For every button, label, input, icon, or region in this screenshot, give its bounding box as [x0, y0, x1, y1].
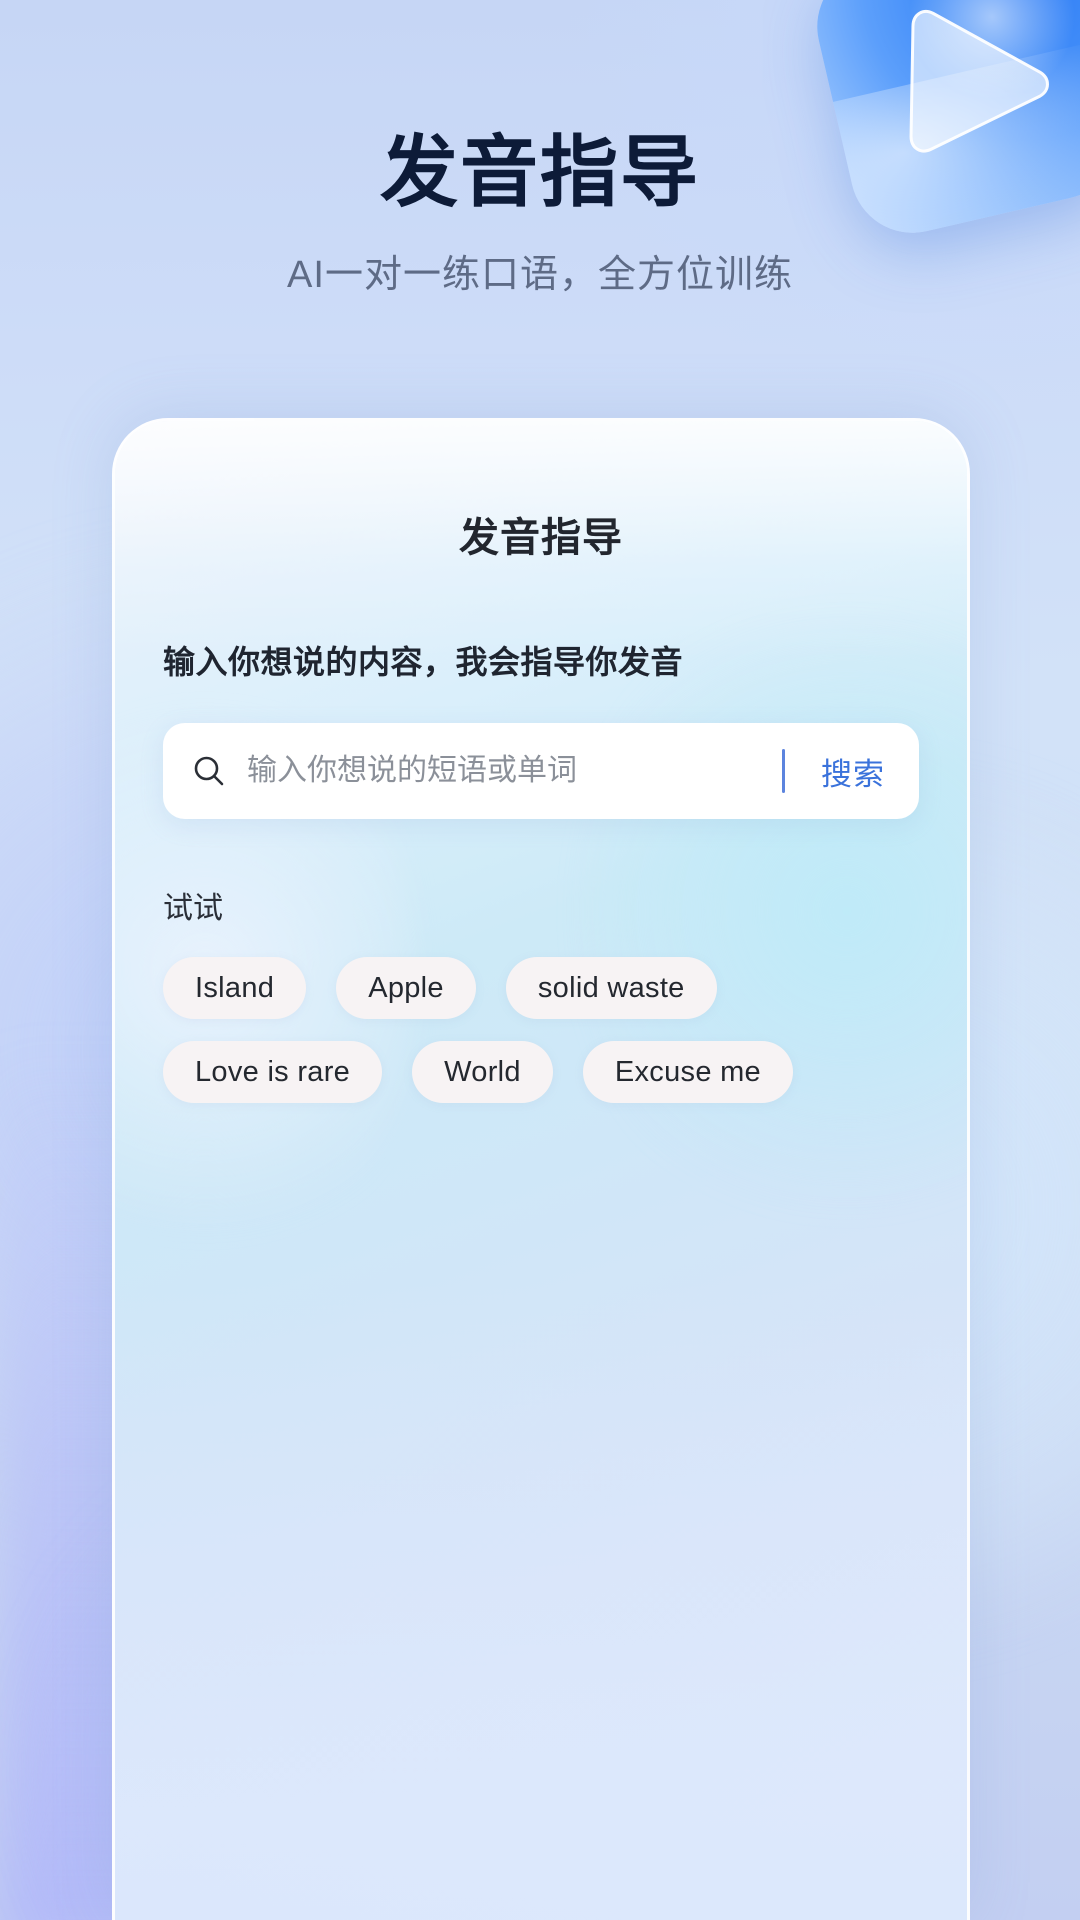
hero-section: 发音指导 AI一对一练口语，全方位训练 [0, 128, 1080, 298]
suggestion-chip[interactable]: solid waste [505, 957, 717, 1019]
suggestion-chip[interactable]: Love is rare [163, 1041, 383, 1103]
card-bottom-fade [115, 1280, 967, 1920]
page-subtitle: AI一对一练口语，全方位训练 [287, 254, 793, 297]
suggestion-chip-row: Love is rare World Excuse me [163, 1041, 919, 1103]
search-divider [782, 749, 785, 793]
suggestions-label: 试试 [163, 892, 223, 925]
suggestion-chip-row: Island Apple solid waste [163, 957, 919, 1019]
suggestion-chip[interactable]: Island [163, 957, 307, 1019]
suggestion-chip[interactable]: Apple [336, 957, 476, 1019]
search-button[interactable]: 搜索 [785, 749, 919, 794]
card-content: 发音指导 输入你想说的内容，我会指导你发音 搜索 试试 Island Apple… [115, 505, 967, 1103]
phone-preview-card: 发音指导 输入你想说的内容，我会指导你发音 搜索 试试 Island Apple… [112, 418, 970, 1920]
page-title: 发音指导 [379, 128, 700, 216]
suggestion-chip-list: Island Apple solid waste Love is rare Wo… [163, 957, 919, 1103]
card-prompt-text: 输入你想说的内容，我会指导你发音 [163, 644, 684, 680]
search-bar[interactable]: 搜索 [163, 723, 919, 819]
search-icon [189, 751, 229, 791]
suggestion-chip[interactable]: World [412, 1041, 553, 1103]
suggestion-chip[interactable]: Excuse me [582, 1041, 793, 1103]
search-input[interactable] [229, 754, 782, 788]
card-header-title: 发音指导 [459, 516, 623, 560]
